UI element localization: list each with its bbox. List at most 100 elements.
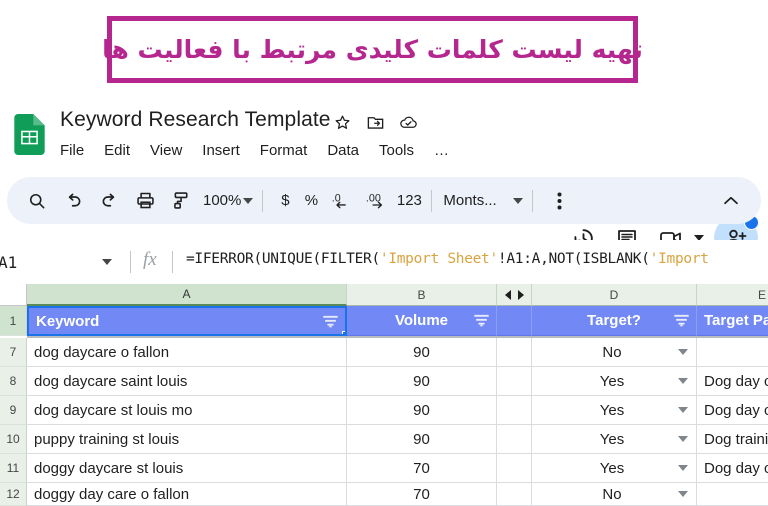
cell-target-page-10[interactable]: Dog training — [697, 425, 768, 454]
header-cell-target[interactable]: Target? — [532, 306, 697, 336]
menu-file[interactable]: File — [60, 142, 84, 159]
font-dropdown-icon — [512, 197, 523, 204]
formula-input[interactable]: =IFERROR(UNIQUE(FILTER('Import Sheet'!A1… — [186, 251, 709, 267]
hidden-column-c-indicator[interactable] — [497, 284, 532, 306]
cell-volume-9[interactable]: 90 — [347, 396, 497, 425]
move-to-folder-icon[interactable] — [366, 113, 385, 132]
cell-keyword-7[interactable]: dog daycare o fallon — [27, 338, 347, 367]
increase-decimal-button[interactable]: .00 — [360, 183, 396, 219]
toolbar-divider-1 — [262, 189, 264, 212]
google-sheets-logo — [14, 114, 45, 155]
title-icon-group — [333, 113, 418, 132]
header-cell-target-label: Target? — [587, 312, 641, 329]
font-selector[interactable]: Monts... — [443, 192, 523, 209]
menu-bar: File Edit View Insert Format Data Tools … — [60, 142, 450, 159]
formula-divider-2 — [172, 251, 173, 273]
row-header-9[interactable]: 9 — [0, 396, 27, 425]
expand-left-arrow-icon[interactable] — [504, 289, 511, 300]
row-header-10[interactable]: 10 — [0, 425, 27, 454]
cell-volume-8[interactable]: 90 — [347, 367, 497, 396]
row-header-1[interactable]: 1 — [0, 306, 27, 336]
zoom-selector[interactable]: 100% — [203, 192, 254, 209]
column-header-a[interactable]: A — [27, 284, 347, 306]
redo-icon — [102, 193, 114, 207]
document-header: Keyword Research Template File Edit View… — [0, 100, 768, 260]
column-header-d[interactable]: D — [532, 284, 697, 306]
undo-button[interactable] — [55, 183, 91, 219]
header-cell-keyword[interactable]: Keyword — [27, 306, 347, 336]
menu-edit[interactable]: Edit — [104, 142, 130, 159]
cell-volume-10[interactable]: 90 — [347, 425, 497, 454]
cell-target-12-dropdown-icon[interactable] — [678, 491, 688, 497]
star-icon[interactable] — [333, 113, 352, 132]
cell-target-12[interactable]: No — [532, 483, 697, 506]
cell-volume-7[interactable]: 90 — [347, 338, 497, 367]
column-header-e[interactable]: E — [697, 284, 768, 306]
percent-format-button[interactable]: % — [298, 192, 324, 209]
document-title[interactable]: Keyword Research Template — [60, 108, 331, 132]
row-header-7[interactable]: 7 — [0, 338, 27, 367]
decrease-decimal-button[interactable]: .0 — [324, 183, 360, 219]
redo-button[interactable] — [91, 183, 127, 219]
undo-icon — [68, 193, 80, 207]
cell-hidden-c-10 — [497, 425, 532, 454]
row-header-12[interactable]: 12 — [0, 483, 27, 506]
cell-target-11[interactable]: Yes — [532, 454, 697, 483]
table-row: 8 dog daycare saint louis 90 Yes Dog day… — [0, 367, 768, 396]
cell-target-11-value: Yes — [599, 459, 625, 477]
cell-target-page-8[interactable]: Dog day care — [697, 367, 768, 396]
cell-target-7[interactable]: No — [532, 338, 697, 367]
table-row: 12 doggy day care o fallon 70 No — [0, 483, 768, 506]
filter-icon-target[interactable] — [674, 314, 689, 327]
cell-keyword-11[interactable]: doggy daycare st louis — [27, 454, 347, 483]
expand-right-arrow-icon[interactable] — [517, 289, 524, 300]
cell-target-page-9[interactable]: Dog day care — [697, 396, 768, 425]
menu-data[interactable]: Data — [327, 142, 359, 159]
cell-target-9-dropdown-icon[interactable] — [678, 407, 688, 413]
currency-format-button[interactable]: $ — [272, 192, 298, 209]
number-format-button[interactable]: 123 — [396, 192, 422, 209]
cell-target-10-dropdown-icon[interactable] — [678, 436, 688, 442]
menu-tools[interactable]: Tools — [379, 142, 414, 159]
cell-keyword-9[interactable]: dog daycare st louis mo — [27, 396, 347, 425]
name-box[interactable]: A1 — [0, 246, 120, 278]
cell-volume-11[interactable]: 70 — [347, 454, 497, 483]
cell-target-page-11[interactable]: Dog day care — [697, 454, 768, 483]
cell-keyword-8[interactable]: dog daycare saint louis — [27, 367, 347, 396]
cell-target-8-dropdown-icon[interactable] — [678, 378, 688, 384]
print-button[interactable] — [127, 183, 163, 219]
row-header-11[interactable]: 11 — [0, 454, 27, 483]
cell-target-7-dropdown-icon[interactable] — [678, 349, 688, 355]
cell-volume-12[interactable]: 70 — [347, 483, 497, 506]
select-all-corner[interactable] — [0, 284, 27, 306]
font-name: Monts... — [443, 192, 497, 209]
cell-hidden-c-7 — [497, 338, 532, 367]
column-header-b[interactable]: B — [347, 284, 497, 306]
cell-target-page-12[interactable] — [697, 483, 768, 506]
google-sheets-screenshot: تهیه لیست کلمات کلیدی مرتبط با فعالیت ها… — [0, 0, 768, 506]
cell-keyword-10[interactable]: puppy training st louis — [27, 425, 347, 454]
cell-target-8[interactable]: Yes — [532, 367, 697, 396]
formula-part-ref2: 'Import — [649, 251, 709, 267]
cell-target-11-dropdown-icon[interactable] — [678, 465, 688, 471]
filter-icon-keyword[interactable] — [323, 315, 338, 328]
menu-overflow[interactable]: … — [434, 142, 450, 159]
header-cell-volume[interactable]: Volume — [347, 306, 497, 336]
more-options-button[interactable] — [542, 183, 578, 219]
menu-format[interactable]: Format — [260, 142, 308, 159]
header-cell-target-page[interactable]: Target Page — [697, 306, 768, 336]
cell-target-9[interactable]: Yes — [532, 396, 697, 425]
menu-view[interactable]: View — [150, 142, 182, 159]
collapse-menus-button[interactable] — [713, 183, 749, 219]
cell-keyword-12[interactable]: doggy day care o fallon — [27, 483, 347, 506]
search-button[interactable] — [19, 183, 55, 219]
menu-insert[interactable]: Insert — [202, 142, 240, 159]
cell-target-10[interactable]: Yes — [532, 425, 697, 454]
row-header-8[interactable]: 8 — [0, 367, 27, 396]
cloud-saved-icon[interactable] — [399, 113, 418, 132]
name-box-dropdown-icon[interactable] — [102, 259, 112, 265]
filter-icon-volume[interactable] — [474, 314, 489, 327]
paint-format-button[interactable] — [163, 183, 199, 219]
toolbar: 100% $ % .0 .00 123 Monts... — [7, 177, 761, 224]
cell-target-page-7[interactable] — [697, 338, 768, 367]
